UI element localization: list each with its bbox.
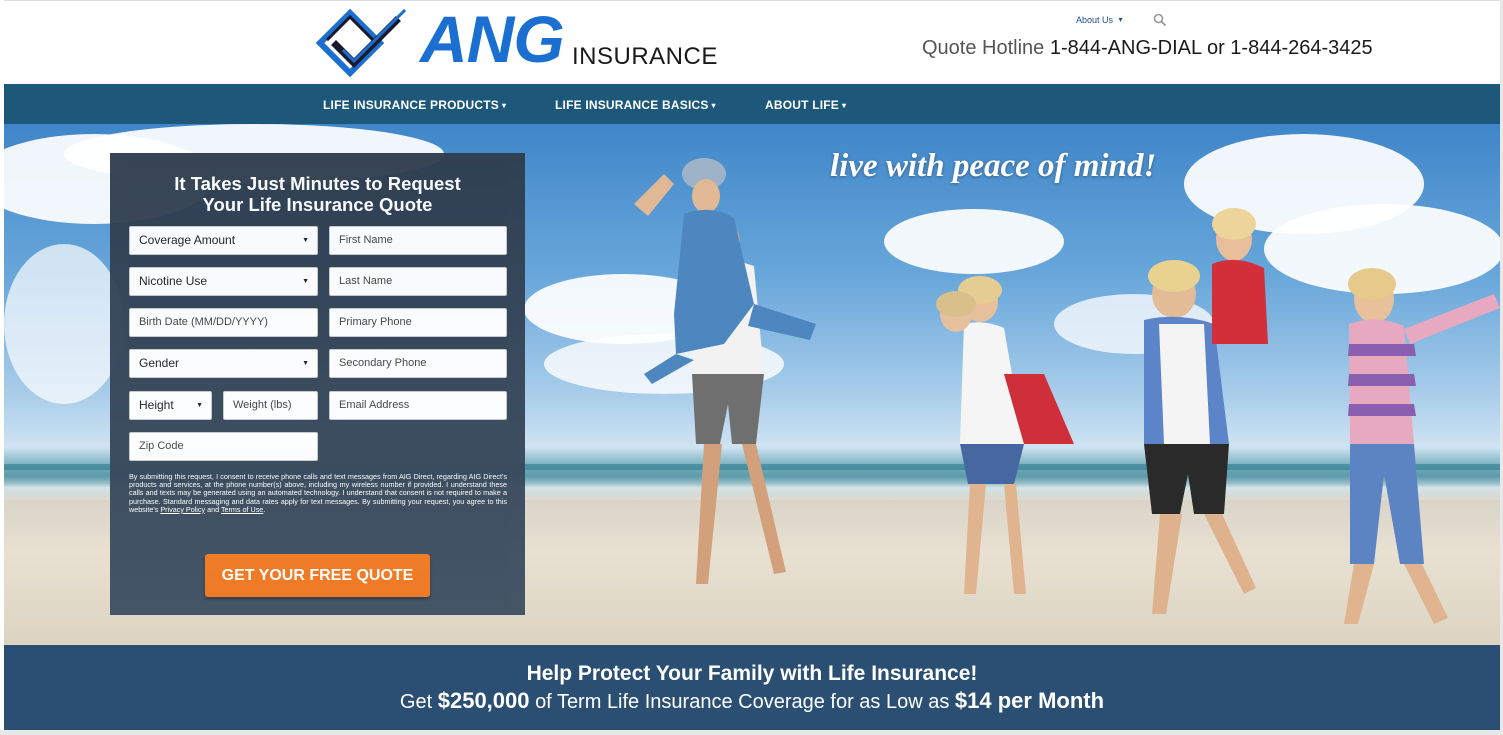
form-title-line2: Your Life Insurance Quote [202,194,433,215]
weight-placeholder: Weight (lbs) [233,399,292,411]
site-logo[interactable]: ANG INSURANCE [314,2,717,81]
last-name-placeholder: Last Name [339,275,393,287]
quote-hotline: Quote Hotline 1-844-ANG-DIAL or 1-844-26… [922,37,1373,60]
height-select[interactable]: Height ▼ [129,391,212,420]
weight-field[interactable]: Weight (lbs) [223,391,318,420]
secondary-phone-field[interactable]: Secondary Phone [329,349,507,378]
gender-select[interactable]: Gender ▼ [129,349,318,378]
nav-item-life-insurance-products[interactable]: LIFE INSURANCE PRODUCTS ▾ [323,84,506,124]
banner-amount: $250,000 [437,688,530,713]
hotline-numbers[interactable]: 1-844-ANG-DIAL or 1-844-264-3425 [1050,37,1373,59]
logo-text: ANG [420,2,565,76]
nav-item-label: LIFE INSURANCE BASICS [555,98,709,112]
chevron-down-icon: ▾ [501,101,507,110]
chevron-down-icon: ▼ [302,278,309,285]
get-free-quote-button[interactable]: GET YOUR FREE QUOTE [205,554,430,597]
disclaimer-period: . [263,504,266,514]
email-placeholder: Email Address [339,399,410,411]
privacy-policy-link[interactable]: Privacy Policy [160,505,205,514]
site-header: ANG INSURANCE About Us ▾ Quote Hotline 1… [4,0,1500,84]
nav-item-about-life[interactable]: ABOUT LIFE ▾ [765,84,846,124]
email-field[interactable]: Email Address [329,391,507,420]
nicotine-use-select[interactable]: Nicotine Use ▼ [129,267,318,296]
zip-placeholder: Zip Code [139,440,184,452]
nav-item-label: ABOUT LIFE [765,98,839,112]
about-us-link[interactable]: About Us ▾ [1076,15,1123,25]
first-name-placeholder: First Name [339,234,393,246]
banner-sub-middle: of Term Life Insurance Coverage for as L… [535,691,950,713]
logo-subtext: INSURANCE [572,43,718,70]
height-value: Height [139,398,174,412]
chevron-down-icon: ▾ [711,101,716,110]
hero-tagline: live with peace of mind! [830,148,1157,184]
top-links: About Us ▾ [1076,13,1167,27]
coverage-amount-select[interactable]: Coverage Amount ▼ [129,226,318,255]
banner-sub-prefix: Get [399,691,433,713]
nicotine-use-value: Nicotine Use [139,274,208,288]
chevron-down-icon: ▾ [842,101,847,110]
chevron-down-icon: ▾ [1118,15,1123,24]
nav-item-label: LIFE INSURANCE PRODUCTS [323,98,499,112]
secondary-phone-placeholder: Secondary Phone [339,357,427,369]
family-on-beach-image [634,158,1500,624]
coverage-amount-value: Coverage Amount [139,233,236,247]
last-name-field[interactable]: Last Name [329,267,507,296]
quote-form-panel: It Takes Just Minutes to Request Your Li… [110,153,525,615]
hotline-label: Quote Hotline [922,37,1045,59]
page-bottom-edge [0,730,1503,735]
birth-date-field[interactable]: Birth Date (MM/DD/YYYY) [129,308,318,337]
banner-price: $14 per Month [954,688,1105,713]
primary-phone-field[interactable]: Primary Phone [329,308,507,337]
form-title-line1: It Takes Just Minutes to Request [174,173,461,194]
chevron-down-icon: ▼ [302,360,309,367]
first-name-field[interactable]: First Name [329,226,507,255]
nav-item-life-insurance-basics[interactable]: LIFE INSURANCE BASICS ▾ [555,84,716,124]
terms-of-use-link[interactable]: Terms of Use [221,505,263,514]
chevron-down-icon: ▼ [302,237,309,244]
logo-mark-icon [315,8,407,78]
about-us-label: About Us [1076,15,1114,25]
form-title: It Takes Just Minutes to Request Your Li… [110,173,525,215]
main-nav: LIFE INSURANCE PRODUCTS ▾ LIFE INSURANCE … [4,84,1500,124]
banner-headline: Help Protect Your Family with Life Insur… [526,662,978,685]
consent-disclaimer: By submitting this request, I consent to… [129,472,507,514]
promo-banner: Help Protect Your Family with Life Insur… [4,645,1500,730]
chevron-down-icon: ▼ [196,402,203,409]
banner-subline: Get $250,000 of Term Life Insurance Cove… [4,688,1500,714]
disclaimer-and: and [207,504,220,514]
gender-value: Gender [139,356,180,370]
cloud [4,244,124,404]
zip-code-field[interactable]: Zip Code [129,432,318,461]
primary-phone-placeholder: Primary Phone [339,316,412,328]
birth-date-placeholder: Birth Date (MM/DD/YYYY) [139,316,268,328]
search-icon[interactable] [1153,13,1167,27]
hero-section: live with peace of mind! It Takes Just M… [4,124,1500,645]
